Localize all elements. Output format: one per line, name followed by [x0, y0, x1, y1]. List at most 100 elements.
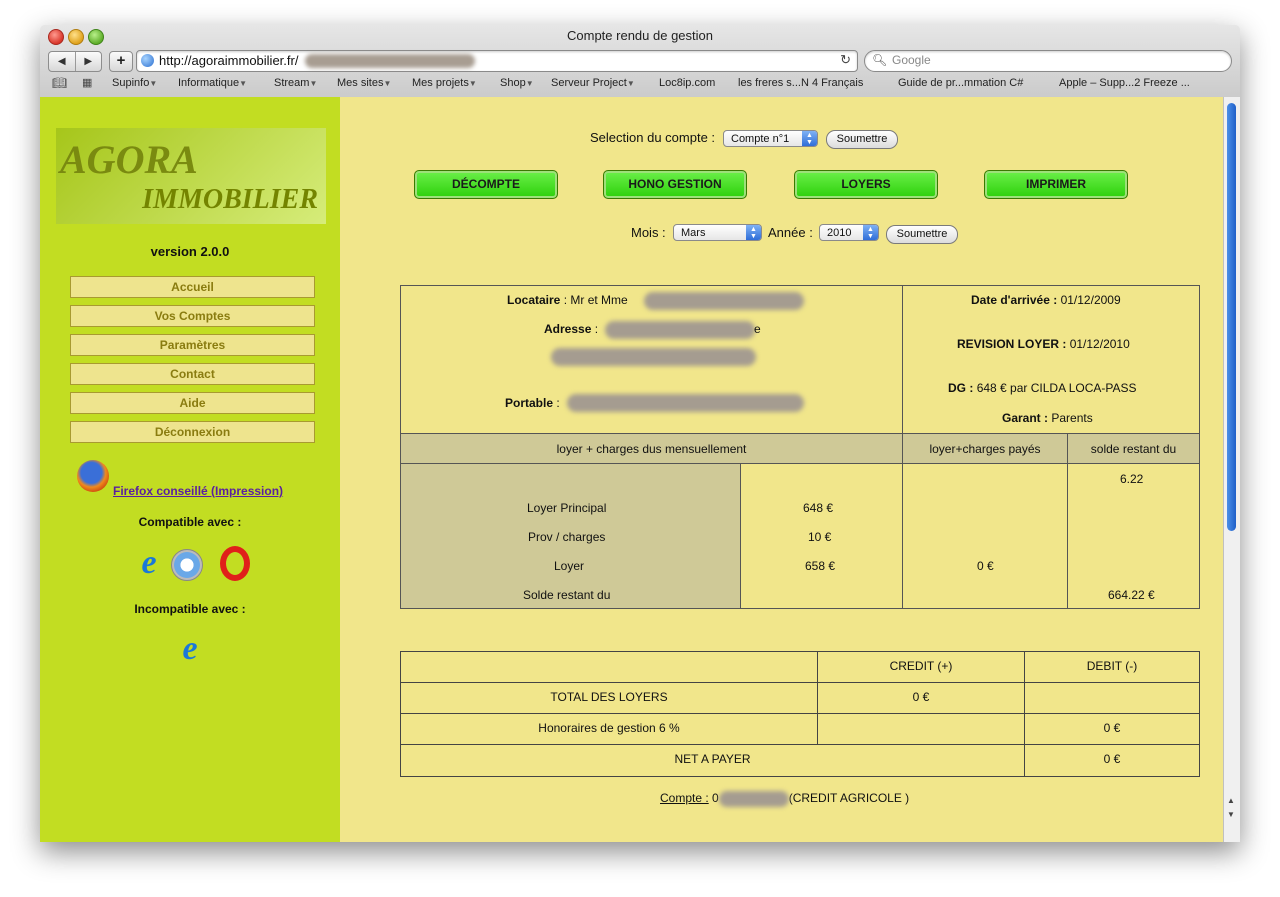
hono-gestion-button[interactable]: HONO GESTION	[603, 170, 747, 199]
internet-explorer-icon: e	[141, 544, 157, 581]
vertical-scrollbar[interactable]: ▲ ▼	[1223, 97, 1240, 842]
garant-value: Parents	[1051, 411, 1093, 425]
adresse-line: Adresse :	[544, 322, 598, 336]
ledger-total-debit	[1024, 682, 1200, 714]
locataire-value: : Mr et Mme	[563, 293, 628, 307]
ledger-debit-header: DEBIT (-)	[1024, 651, 1200, 683]
account-submit-button[interactable]: Soumettre	[826, 130, 898, 149]
redacted-address-line1	[605, 321, 755, 339]
address-bar[interactable]: http://agoraimmobilier.fr/ ↻	[136, 50, 858, 72]
ledger-honoraires-debit: 0 €	[1024, 713, 1200, 745]
agora-logo: AGORA IMMOBILIER	[56, 128, 326, 224]
menu-accueil[interactable]: Accueil	[70, 276, 315, 298]
summary-balance-cell: 6.22 664.22 €	[1067, 463, 1200, 609]
ledger-total-credit: 0 €	[817, 682, 1025, 714]
row-label-solde: Solde restant du	[523, 588, 611, 602]
bookmark-guide-csharp[interactable]: Guide de pr...mmation C#	[898, 77, 1023, 89]
bookmark-mes-sites[interactable]: Mes sites▼	[337, 77, 391, 89]
scroll-down-icon[interactable]: ▼	[1227, 810, 1235, 819]
net-label: NET A PAYER	[674, 752, 751, 766]
header-balance: solde restant du	[1067, 433, 1200, 464]
ledger-honoraires-label: Honoraires de gestion 6 %	[400, 713, 818, 745]
bookmark-stream[interactable]: Stream▼	[274, 77, 317, 89]
sidebar: AGORA IMMOBILIER version 2.0.0 Accueil V…	[40, 97, 340, 842]
menu-contact[interactable]: Contact	[70, 363, 315, 385]
search-icon: 🔍︎	[872, 53, 888, 67]
scroll-up-icon[interactable]: ▲	[1227, 796, 1235, 805]
bookmark-shop[interactable]: Shop▼	[500, 77, 534, 89]
globe-icon	[141, 54, 154, 67]
account-select-value: Compte n°1	[731, 133, 790, 145]
period-submit-button[interactable]: Soumettre	[886, 225, 958, 244]
version-label: version 2.0.0	[150, 244, 230, 259]
account-select[interactable]: Compte n°1 ▲ ▼	[723, 130, 818, 147]
reload-icon[interactable]: ↻	[840, 52, 851, 68]
firefox-link[interactable]: Firefox conseillé (Impression)	[113, 484, 283, 498]
menu-vos-comptes[interactable]: Vos Comptes	[70, 305, 315, 327]
bookmark-label: Serveur Project	[551, 77, 627, 89]
search-field[interactable]: 🔍︎ Google	[864, 50, 1232, 72]
year-select[interactable]: 2010 ▲ ▼	[819, 224, 879, 241]
bookmark-les-freres[interactable]: les freres s...N 4 Français	[738, 77, 863, 89]
back-icon[interactable]: ◀	[49, 52, 76, 71]
dg-line: DG : 648 € par CILDA LOCA-PASS	[948, 381, 1137, 395]
balance-initial: 6.22	[1120, 472, 1144, 486]
year-label: Année :	[768, 225, 813, 240]
scrollbar-thumb[interactable]	[1227, 103, 1236, 531]
logo-line1: AGORA	[60, 137, 198, 182]
menu-aide[interactable]: Aide	[70, 392, 315, 414]
bookmark-apple-support[interactable]: Apple – Supp...2 Freeze ...	[1059, 77, 1190, 89]
amount-loyer: 658 €	[805, 559, 836, 573]
dg-label: DG :	[948, 381, 974, 395]
month-select-value: Mars	[681, 227, 706, 239]
decompte-button[interactable]: DÉCOMPTE	[414, 170, 558, 199]
incompatible-label: Incompatible avec :	[134, 602, 246, 616]
header-due: loyer + charges dus mensuellement	[400, 433, 903, 464]
revision-value: 01/12/2010	[1069, 337, 1130, 351]
ledger-credit-header: CREDIT (+)	[817, 651, 1025, 683]
select-arrows-icon: ▲ ▼	[802, 131, 817, 146]
url-text: http://agoraimmobilier.fr/	[159, 53, 299, 68]
menu-deconnexion[interactable]: Déconnexion	[70, 421, 315, 443]
honoraires-debit-value: 0 €	[1103, 721, 1121, 735]
month-select[interactable]: Mars ▲ ▼	[673, 224, 762, 241]
ledger-net-label: NET A PAYER	[400, 744, 1025, 777]
grid-icon[interactable]: ▦	[82, 76, 92, 89]
bookmark-supinfo[interactable]: Supinfo▼	[112, 77, 157, 89]
add-bookmark-button[interactable]: +	[109, 51, 133, 72]
locataire-line: Locataire : Mr et Mme	[507, 293, 628, 307]
portable-line: Portable :	[505, 396, 560, 410]
bookmark-mes-projets[interactable]: Mes projets▼	[412, 77, 477, 89]
revision-label: REVISION LOYER :	[957, 337, 1067, 351]
debit-header-label: DEBIT (-)	[1086, 659, 1138, 673]
firefox-icon[interactable]	[77, 460, 109, 492]
redacted-account-number	[718, 791, 789, 807]
page-content: AGORA IMMOBILIER version 2.0.0 Accueil V…	[40, 97, 1240, 842]
adresse-label: Adresse	[544, 322, 592, 336]
header-balance-label: solde restant du	[1090, 442, 1177, 456]
garant-label: Garant :	[1002, 411, 1049, 425]
forward-icon[interactable]: ▶	[76, 52, 102, 71]
bookmark-informatique[interactable]: Informatique▼	[178, 77, 247, 89]
bookmark-label: Mes projets	[412, 77, 469, 89]
bookmark-loc8ip[interactable]: Loc8ip.com	[659, 77, 715, 89]
garant-line: Garant : Parents	[1002, 411, 1093, 425]
menu-parametres[interactable]: Paramètres	[70, 334, 315, 356]
book-icon[interactable]: 📖︎	[52, 76, 67, 90]
account-bank: (CREDIT AGRICOLE )	[788, 791, 910, 806]
portable-colon: :	[556, 396, 560, 410]
revision-line: REVISION LOYER : 01/12/2010	[957, 337, 1130, 351]
ledger-table: CREDIT (+) DEBIT (-) TOTAL DES LOYERS 0 …	[400, 651, 1200, 777]
account-footer-label: Compte :	[660, 791, 709, 806]
adresse-tail: e	[754, 322, 761, 336]
account-select-label: Selection du compte :	[590, 130, 716, 145]
bookmark-serveur-project[interactable]: Serveur Project▼	[551, 77, 635, 89]
adresse-colon: :	[594, 322, 599, 336]
honoraires-label: Honoraires de gestion 6 %	[538, 721, 680, 735]
loyers-button[interactable]: LOYERS	[794, 170, 938, 199]
opera-icon	[220, 546, 250, 581]
arrivee-label: Date d'arrivée :	[971, 293, 1058, 307]
imprimer-button[interactable]: IMPRIMER	[984, 170, 1128, 199]
logo-line2: IMMOBILIER	[142, 184, 318, 215]
search-placeholder: Google	[892, 53, 931, 67]
